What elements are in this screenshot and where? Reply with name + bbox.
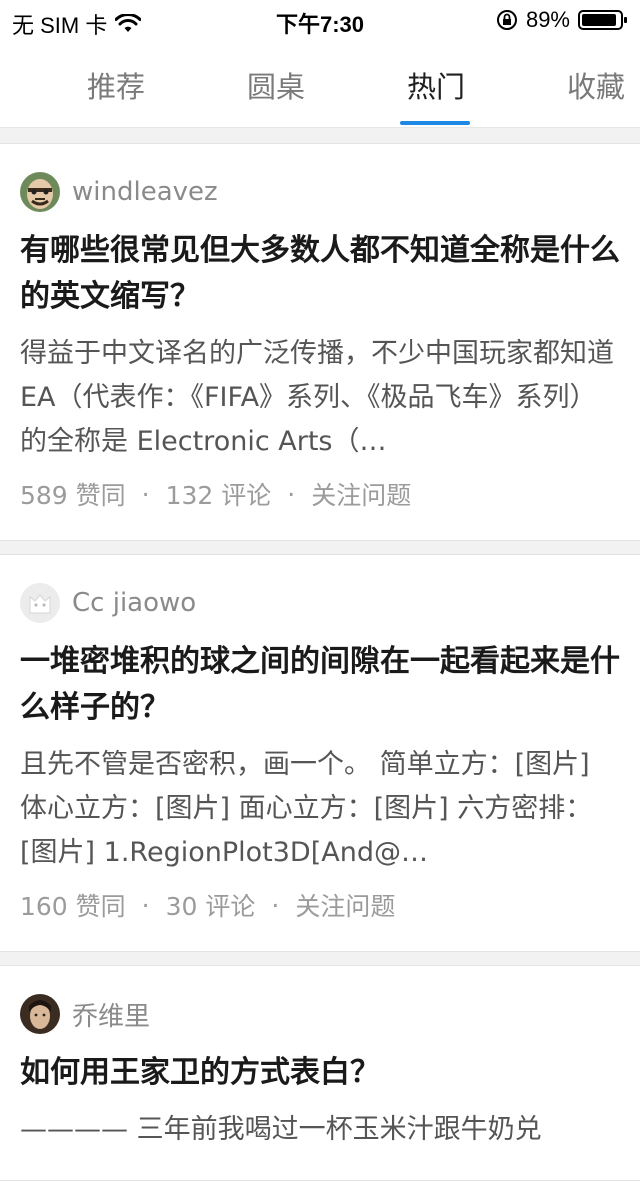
question-title[interactable]: 一堆密堆积的球之间的间隙在一起看起来是什么样子的？	[20, 639, 620, 731]
author-row[interactable]: windleavez	[20, 172, 620, 212]
tab-roundtable[interactable]: 圆桌	[244, 64, 308, 104]
likes-count: 589 赞同	[20, 481, 126, 510]
avatar[interactable]	[20, 583, 60, 623]
feed-divider	[0, 541, 640, 555]
author-row[interactable]: 乔维里	[20, 994, 620, 1034]
author-row[interactable]: Cc jiaowo	[20, 583, 620, 623]
author-name[interactable]: Cc jiaowo	[72, 588, 196, 618]
card-meta: 589 赞同 · 132 评论 · 关注问题	[20, 476, 620, 512]
question-title[interactable]: 有哪些很常见但大多数人都不知道全称是什么的英文缩写？	[20, 228, 620, 320]
question-title[interactable]: 如何用王家卫的方式表白？	[20, 1050, 620, 1096]
meta-separator: ·	[287, 479, 296, 509]
feed-card[interactable]: 乔维里 如何用王家卫的方式表白？ ———— 三年前我喝过一杯玉米汁跟牛奶兑	[0, 966, 640, 1181]
answer-excerpt[interactable]: ———— 三年前我喝过一杯玉米汁跟牛奶兑	[20, 1108, 620, 1152]
comments-count[interactable]: 30 评论	[166, 887, 256, 923]
author-name[interactable]: 乔维里	[72, 996, 150, 1033]
author-name[interactable]: windleavez	[72, 177, 218, 207]
meta-separator: ·	[271, 890, 280, 920]
feed-divider	[0, 952, 640, 966]
likes-count: 160 赞同	[20, 892, 126, 921]
avatar[interactable]	[20, 172, 60, 212]
battery-percent: 89%	[525, 7, 570, 32]
meta-separator: ·	[141, 479, 150, 509]
card-meta: 160 赞同 · 30 评论 · 关注问题	[20, 887, 620, 923]
comments-count[interactable]: 132 评论	[166, 476, 272, 512]
tab-favorites[interactable]: 收藏	[564, 64, 628, 104]
rotation-lock-icon	[496, 9, 518, 31]
active-tab-indicator	[400, 121, 470, 125]
answer-excerpt[interactable]: 得益于中文译名的广泛传播，不少中国玩家都知道 EA（代表作：《FIFA》系列、《…	[20, 332, 620, 464]
battery-icon	[578, 9, 628, 31]
follow-question-link[interactable]: 关注问题	[311, 476, 411, 512]
feed-divider	[0, 130, 640, 144]
feed-card[interactable]: Cc jiaowo 一堆密堆积的球之间的间隙在一起看起来是什么样子的？ 且先不管…	[0, 555, 640, 952]
answer-excerpt[interactable]: 且先不管是否密积，画一个。 简单立方：[图片] 体心立方：[图片] 面心立方：[…	[20, 743, 620, 875]
tab-hot[interactable]: 热门	[404, 64, 468, 104]
follow-question-link[interactable]: 关注问题	[295, 887, 395, 923]
meta-separator: ·	[141, 890, 150, 920]
feed-card[interactable]: windleavez 有哪些很常见但大多数人都不知道全称是什么的英文缩写？ 得益…	[0, 144, 640, 541]
status-bar: 无 SIM 卡 下午7:30 89%	[0, 0, 640, 40]
status-right: 89%	[496, 7, 628, 33]
feed-list: windleavez 有哪些很常见但大多数人都不知道全称是什么的英文缩写？ 得益…	[0, 130, 640, 1181]
avatar[interactable]	[20, 994, 60, 1034]
tab-bar: 推荐 圆桌 热门 收藏	[0, 40, 640, 128]
tab-recommend[interactable]: 推荐	[84, 64, 148, 104]
